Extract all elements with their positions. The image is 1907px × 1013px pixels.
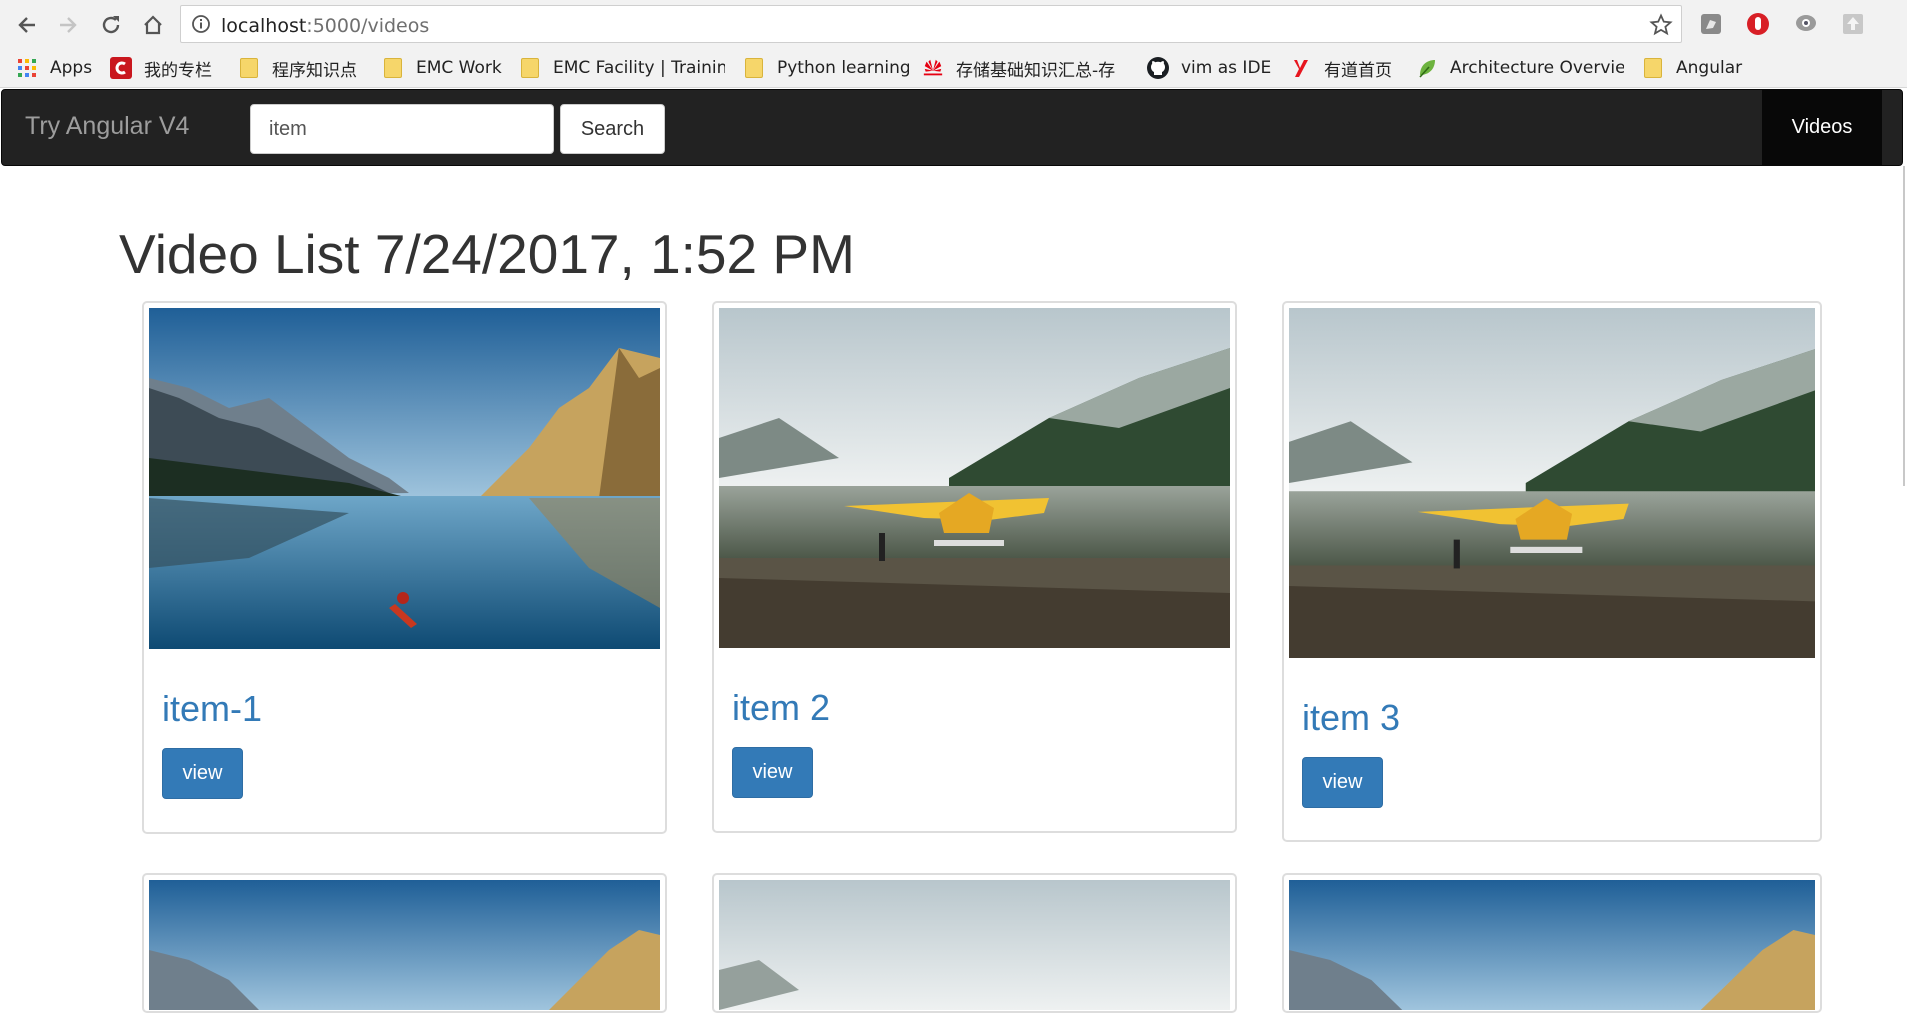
- chat-extension-icon[interactable]: [1793, 11, 1819, 37]
- forward-icon[interactable]: [53, 10, 83, 40]
- view-button[interactable]: view: [732, 747, 813, 798]
- bookmark-label: Apps: [50, 58, 93, 78]
- browser-toolbar: localhost:5000/videos: [0, 0, 1907, 48]
- bookmark-label: 有道首页: [1324, 60, 1392, 81]
- bookmark-label: 存储基础知识汇总-存: [956, 60, 1116, 81]
- video-card: item-1 view: [142, 301, 667, 834]
- bookmark-label: 我的专栏: [144, 60, 212, 81]
- view-button[interactable]: view: [162, 748, 243, 799]
- folder-icon: [743, 57, 765, 79]
- bookmark-label: 程序知识点: [272, 60, 357, 81]
- home-icon[interactable]: [138, 10, 168, 40]
- bookmark-star-icon[interactable]: [1649, 13, 1673, 42]
- video-card: item 3 view: [1282, 301, 1822, 842]
- search-button[interactable]: Search: [560, 104, 665, 154]
- youdao-icon: [1290, 57, 1312, 79]
- bookmark-label: Python learning: [777, 58, 909, 78]
- folder-icon: [382, 57, 404, 79]
- bookmark-folder[interactable]: Python learning: [743, 56, 909, 80]
- adblock-icon[interactable]: [1745, 11, 1771, 37]
- video-thumbnail[interactable]: [719, 880, 1230, 1010]
- bookmark-csdn[interactable]: 我的专栏: [110, 56, 222, 80]
- address-bar[interactable]: localhost:5000/videos: [180, 5, 1682, 43]
- folder-icon: [238, 57, 260, 79]
- page-title: Video List 7/24/2017, 1:52 PM: [119, 223, 855, 285]
- bookmark-label: EMC Facility | Training: [553, 58, 725, 78]
- card-title[interactable]: item 2: [732, 687, 830, 729]
- info-icon[interactable]: [191, 14, 211, 39]
- huawei-icon: [922, 57, 944, 79]
- url-text: localhost:5000/videos: [221, 15, 430, 37]
- apps-grid-icon: [16, 57, 38, 79]
- video-thumbnail[interactable]: [1289, 308, 1815, 658]
- bookmark-folder[interactable]: Angular: [1642, 56, 1752, 80]
- leaf-icon: [1416, 57, 1438, 79]
- navbar-brand[interactable]: Try Angular V4: [25, 112, 189, 141]
- video-card: item 2 view: [712, 301, 1237, 833]
- bookmark-architecture[interactable]: Architecture Overview: [1416, 56, 1624, 80]
- bookmark-folder[interactable]: EMC Facility | Training: [519, 56, 725, 80]
- video-thumbnail[interactable]: [149, 308, 660, 649]
- video-card: [1282, 873, 1822, 1013]
- bookmark-huawei[interactable]: 存储基础知识汇总-存: [922, 56, 1128, 80]
- app-navbar: Try Angular V4 item Search Videos: [1, 89, 1903, 166]
- nav-link-videos[interactable]: Videos: [1762, 90, 1882, 165]
- folder-icon: [519, 57, 541, 79]
- reload-icon[interactable]: [96, 10, 126, 40]
- upload-extension-icon[interactable]: [1840, 11, 1866, 37]
- bookmarks-bar: Apps 我的专栏 程序知识点 EMC Work EMC Facility | …: [0, 48, 1907, 88]
- card-title[interactable]: item 3: [1302, 697, 1400, 739]
- bookmark-github[interactable]: vim as IDE: [1147, 56, 1277, 80]
- back-icon[interactable]: [12, 10, 42, 40]
- video-thumbnail[interactable]: [719, 308, 1230, 648]
- bookmark-folder[interactable]: 程序知识点: [238, 56, 366, 80]
- video-thumbnail[interactable]: [1289, 880, 1815, 1010]
- video-thumbnail[interactable]: [149, 880, 660, 1010]
- window-edge: [1903, 166, 1905, 486]
- video-card: [712, 873, 1237, 1013]
- csdn-icon: [110, 57, 132, 79]
- search-input[interactable]: item: [250, 104, 554, 154]
- github-icon: [1147, 57, 1169, 79]
- folder-icon: [1642, 57, 1664, 79]
- bookmark-label: EMC Work: [416, 58, 502, 78]
- bookmark-label: vim as IDE: [1181, 58, 1272, 78]
- video-card: [142, 873, 667, 1013]
- bookmark-apps[interactable]: Apps: [16, 56, 96, 80]
- extension-icon[interactable]: [1698, 11, 1724, 37]
- bookmark-folder[interactable]: EMC Work: [382, 56, 502, 80]
- view-button[interactable]: view: [1302, 757, 1383, 808]
- bookmark-label: Angular: [1676, 58, 1743, 78]
- bookmark-youdao[interactable]: 有道首页: [1290, 56, 1402, 80]
- card-title[interactable]: item-1: [162, 688, 262, 730]
- bookmark-label: Architecture Overview: [1450, 58, 1624, 78]
